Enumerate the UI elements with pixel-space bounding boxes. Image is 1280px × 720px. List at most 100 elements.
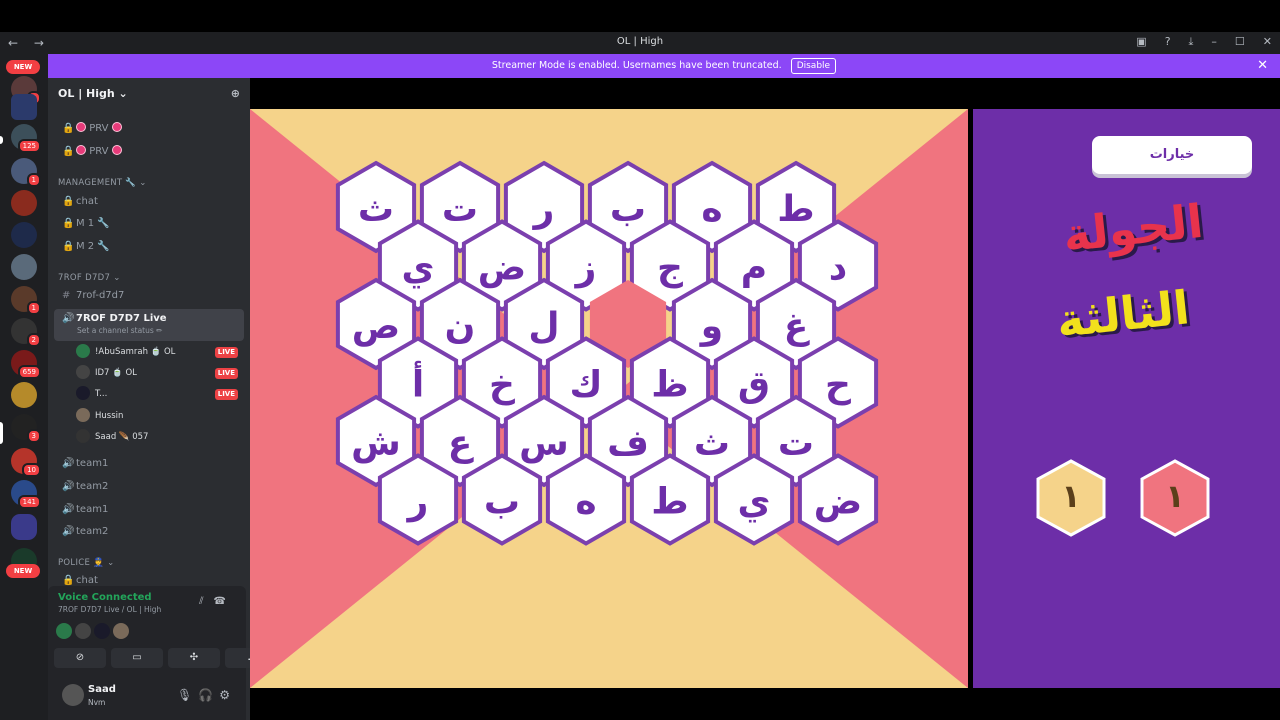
- lock-icon: 🔒: [62, 146, 75, 157]
- channel-chat[interactable]: 🔒 chat: [54, 192, 244, 212]
- mic-icon[interactable]: 🎙: [177, 688, 198, 702]
- voice-channel-team1[interactable]: 🔊 team1: [54, 500, 244, 520]
- hex-letter: ت: [778, 423, 814, 464]
- voice-channel-team2[interactable]: 🔊 team2: [54, 522, 244, 542]
- category-trof[interactable]: 7ROF D7D7 ⌄: [58, 273, 121, 283]
- lock-icon: 🔒: [62, 196, 75, 207]
- hex-letter: ه: [701, 189, 722, 230]
- voice-channel-active[interactable]: 🔊 7ROF D7D7 Live Set a channel status ✏: [54, 309, 244, 341]
- server-icon[interactable]: 659: [11, 350, 41, 379]
- server-icon[interactable]: [11, 190, 37, 216]
- avatar: [75, 623, 91, 639]
- camera-off-icon[interactable]: ⊘: [54, 648, 106, 668]
- server-icon[interactable]: [11, 254, 37, 280]
- activities-icon[interactable]: ✣: [168, 648, 220, 668]
- hex-letter: ط: [777, 189, 814, 230]
- hex-letter: ت: [442, 189, 478, 230]
- hex-letter: م: [741, 248, 767, 289]
- avatar: [76, 408, 90, 422]
- channel-7rof-d7d7[interactable]: #7rof-d7d7: [54, 286, 244, 306]
- window-title: OL | High: [616, 36, 664, 47]
- speaker-icon: 🔊: [62, 313, 75, 324]
- server-icon[interactable]: [11, 382, 37, 408]
- hex-letter: ع: [448, 423, 474, 464]
- channel-m1[interactable]: 🔒 M 1 🔧: [54, 214, 244, 234]
- hex-letter: ش: [351, 423, 401, 464]
- guild-header[interactable]: OL | High ⌄ ⊕: [48, 78, 250, 110]
- download-icon[interactable]: ⤓: [1189, 35, 1194, 49]
- voice-user[interactable]: Saad 🪶 057: [76, 428, 242, 446]
- avatar: [94, 623, 110, 639]
- new-badge: NEW: [6, 60, 40, 74]
- channel-m2[interactable]: 🔒 M 2 🔧: [54, 237, 244, 257]
- minimize-button[interactable]: –: [1211, 35, 1217, 49]
- maximize-button[interactable]: ☐: [1235, 35, 1245, 49]
- server-icon[interactable]: 141: [11, 480, 41, 509]
- close-banner-icon[interactable]: ✕: [1257, 54, 1268, 78]
- user-avatar[interactable]: [62, 684, 84, 706]
- channel-prv-2[interactable]: 🔒 PRV: [54, 142, 244, 162]
- server-icon[interactable]: 10: [11, 448, 41, 477]
- voice-user[interactable]: T... LIVE: [76, 385, 242, 403]
- hex-letter: ك: [570, 365, 603, 406]
- server-rail: NEW 3 125 1 1 2 659 3 10 141 NEW: [0, 54, 48, 720]
- server-icon[interactable]: 1: [11, 158, 41, 187]
- server-icon[interactable]: [11, 222, 37, 248]
- hex-letter: ث: [358, 189, 394, 230]
- gear-icon[interactable]: ⚙: [219, 688, 236, 702]
- hex-letter: ي: [402, 248, 435, 289]
- folder-icon[interactable]: [11, 514, 37, 540]
- avatar: [76, 344, 90, 358]
- voice-user[interactable]: !AbuSamrah 🍵 OL LIVE: [76, 343, 242, 361]
- invite-icon[interactable]: ⊕: [231, 87, 240, 100]
- voice-channel-team1[interactable]: 🔊 team1: [54, 454, 244, 474]
- game-side-panel: خيارات الجولة الثالثة ١ ١: [973, 109, 1280, 688]
- round-title-line2: الثالثة: [1054, 280, 1192, 348]
- server-icon[interactable]: 2: [11, 318, 41, 347]
- server-icon[interactable]: 1: [11, 286, 41, 315]
- user-bar: Saad Nvm 🎙🎧⚙: [48, 674, 246, 720]
- screen-share-icon[interactable]: ▭: [111, 648, 163, 668]
- voice-user[interactable]: ID7 🍵 OL LIVE: [76, 364, 242, 382]
- hex-letter: ص: [352, 306, 400, 347]
- category-police[interactable]: POLICE 👮 ⌄: [58, 558, 115, 568]
- noise-suppression-icon[interactable]: ⫽: [199, 596, 213, 607]
- hex-letter: و: [699, 306, 723, 347]
- folder-icon[interactable]: [11, 94, 37, 120]
- voice-panel: Voice Connected 7ROF D7D7 Live / OL | Hi…: [48, 586, 277, 674]
- server-icon[interactable]: 125: [11, 124, 41, 153]
- disconnect-icon[interactable]: ☎: [214, 596, 236, 607]
- hex-letter: غ: [784, 306, 810, 347]
- game-board: ث ت ر ب ه ط ي ض ز ج م د ص ن ل و غ أ خ ك ظ ق ح ش ع سف ث ت ر ب ه ط ي ض: [250, 109, 968, 688]
- hex-letter: ح: [825, 365, 851, 406]
- inbox-icon[interactable]: ▣: [1136, 35, 1146, 49]
- window-titlebar: ← → OL | High ▣ ? ⤓ – ☐ ✕: [0, 32, 1280, 54]
- category-management[interactable]: MANAGEMENT 🔧 ⌄: [58, 178, 147, 188]
- channel-status[interactable]: Set a channel status ✏: [77, 326, 162, 336]
- hash-icon: #: [62, 290, 71, 301]
- score-yellow: ١: [1036, 459, 1106, 537]
- voice-avatars: [56, 623, 129, 639]
- help-icon[interactable]: ?: [1165, 35, 1171, 49]
- avatar: [76, 386, 90, 400]
- options-button[interactable]: خيارات: [1092, 136, 1252, 174]
- hex-letter: ب: [610, 189, 646, 230]
- hex-letter: ل: [528, 306, 559, 347]
- voice-actions: ⊘ ▭ ✣ ♫: [54, 648, 277, 668]
- voice-channel-team2[interactable]: 🔊 team2: [54, 477, 244, 497]
- close-window-button[interactable]: ✕: [1263, 35, 1272, 49]
- voice-controls: ⫽☎: [199, 596, 236, 607]
- speaker-icon: 🔊: [62, 481, 75, 492]
- lock-icon: 🔒: [62, 241, 75, 252]
- hex-letter: ج: [657, 248, 683, 289]
- round-title-line1: الجولة: [1060, 193, 1206, 263]
- channel-prv-1[interactable]: 🔒 PRV: [54, 119, 244, 139]
- score-red: ١: [1140, 459, 1210, 537]
- speaker-icon: 🔊: [62, 458, 75, 469]
- voice-user[interactable]: Hussin: [76, 407, 242, 425]
- disable-button[interactable]: Disable: [790, 58, 837, 74]
- hex-board-svg: ث ت ر ب ه ط ي ض ز ج م د ص ن ل و غ أ خ ك ظ ق ح ش ع س ف ث ت ر ب ه ط ي ض: [250, 109, 968, 688]
- headset-icon[interactable]: 🎧: [198, 688, 219, 702]
- server-icon[interactable]: 3: [11, 414, 41, 443]
- score-red-value: ١: [1165, 477, 1185, 515]
